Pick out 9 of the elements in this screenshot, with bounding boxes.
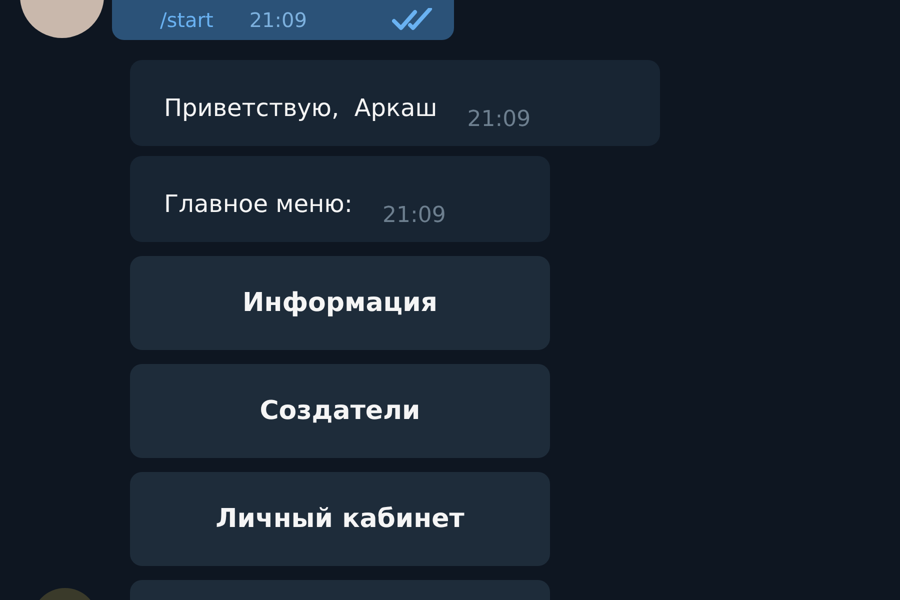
message-time: 21:09: [467, 107, 531, 132]
keyboard-button[interactable]: Создатели: [130, 364, 550, 458]
message-text: /start: [160, 8, 214, 32]
keyboard-button[interactable]: Информация: [130, 256, 550, 350]
message-time: 21:09: [382, 203, 446, 228]
keyboard-button[interactable]: Личный кабинет: [130, 472, 550, 566]
message-text: Главное меню:: [164, 190, 352, 218]
message-text: Приветствую, Аркаш: [164, 94, 438, 122]
message-time: 21:09: [249, 8, 307, 32]
